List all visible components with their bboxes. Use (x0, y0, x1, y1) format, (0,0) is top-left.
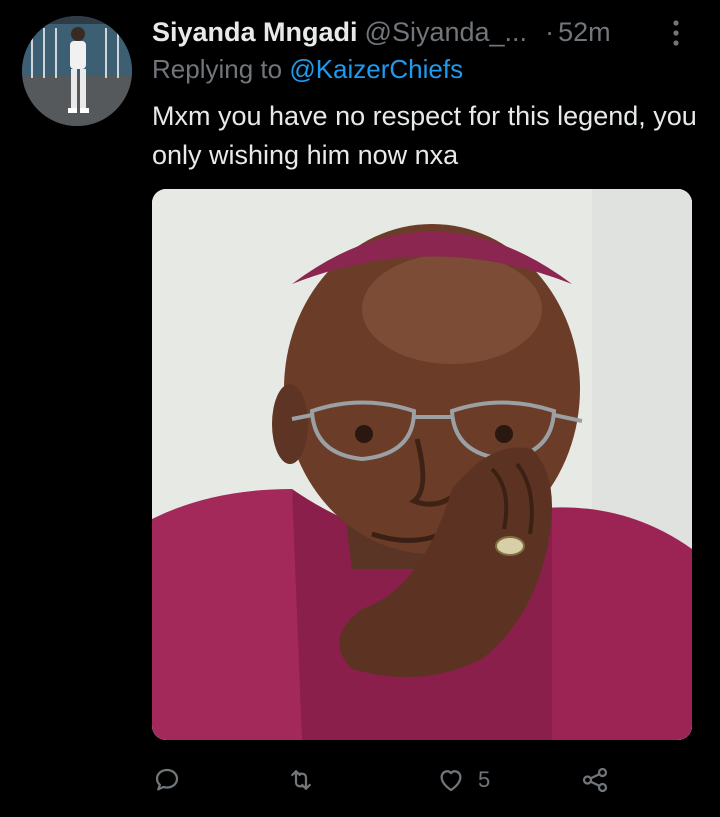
share-button[interactable] (580, 760, 610, 800)
author-handle[interactable]: @Siyanda_... (365, 17, 528, 48)
reply-button[interactable] (152, 760, 182, 800)
heart-icon (440, 770, 462, 792)
share-icon (582, 767, 608, 793)
like-button[interactable]: 5 (436, 760, 490, 800)
separator-dot: · (545, 16, 555, 47)
media-photo (152, 189, 692, 740)
tweet-media[interactable] (152, 189, 692, 740)
author-name[interactable]: Siyanda Mngadi (152, 17, 358, 48)
replying-prefix: Replying to (152, 54, 283, 84)
reply-icon (155, 768, 179, 791)
tweet-actions: 5 (152, 760, 692, 800)
tweet-text: Mxm you have no respect for this legend,… (152, 101, 697, 170)
avatar[interactable] (22, 16, 132, 126)
retweet-button[interactable] (286, 760, 316, 800)
retweet-icon (291, 770, 311, 790)
like-count: 5 (478, 767, 491, 792)
replying-to-link[interactable]: @KaizerChiefs (289, 54, 463, 84)
more-options-icon[interactable] (664, 18, 688, 48)
avatar-photo (22, 16, 132, 126)
tweet-header: Siyanda Mngadi @Siyanda_... · 52m (152, 14, 698, 50)
replying-to: Replying to @KaizerChiefs (152, 54, 463, 85)
tweet-timestamp[interactable]: 52m (558, 17, 611, 48)
